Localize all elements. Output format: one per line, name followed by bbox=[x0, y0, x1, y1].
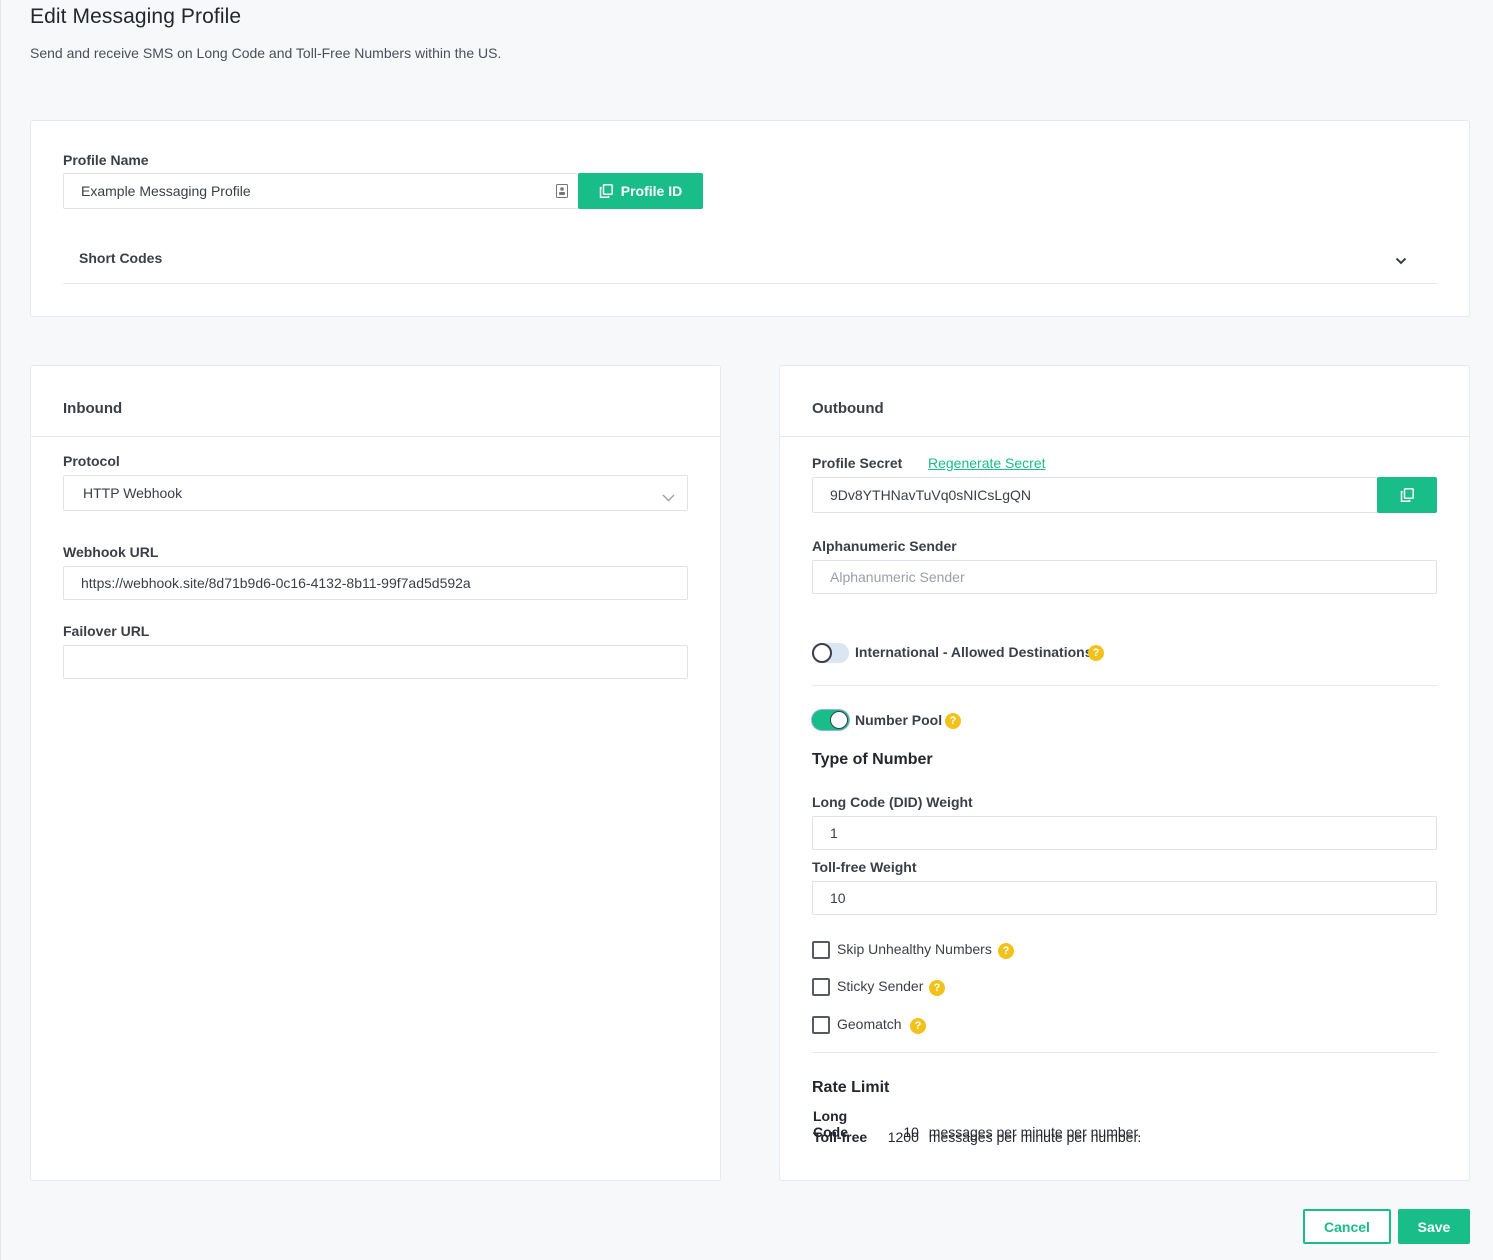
help-icon[interactable]: ? bbox=[998, 943, 1014, 959]
long-code-weight-label: Long Code (DID) Weight bbox=[812, 794, 973, 810]
chevron-down-icon bbox=[1395, 252, 1407, 270]
protocol-select[interactable]: HTTP Webhook bbox=[63, 475, 688, 511]
alphanumeric-sender-input[interactable]: Alphanumeric Sender bbox=[812, 560, 1437, 594]
profile-id-button[interactable]: Profile ID bbox=[578, 173, 703, 209]
chevron-down-icon bbox=[662, 489, 675, 505]
toll-free-weight-value: 10 bbox=[830, 890, 846, 906]
webhook-url-label: Webhook URL bbox=[63, 544, 159, 560]
toll-free-weight-label: Toll-free Weight bbox=[812, 859, 917, 875]
cancel-button[interactable]: Cancel bbox=[1303, 1209, 1391, 1244]
toggle-knob bbox=[812, 643, 832, 663]
profile-name-value: Example Messaging Profile bbox=[81, 183, 251, 199]
sticky-sender-label: Sticky Sender bbox=[837, 978, 924, 994]
profile-name-label: Profile Name bbox=[63, 152, 149, 168]
help-icon[interactable]: ? bbox=[910, 1018, 926, 1034]
short-codes-label: Short Codes bbox=[79, 250, 163, 266]
help-icon[interactable]: ? bbox=[1088, 645, 1104, 661]
profile-id-button-label: Profile ID bbox=[620, 183, 683, 199]
skip-unhealthy-label: Skip Unhealthy Numbers bbox=[837, 941, 992, 957]
international-divider bbox=[812, 685, 1437, 686]
international-toggle[interactable] bbox=[812, 643, 849, 663]
inbound-title: Inbound bbox=[63, 400, 123, 417]
rate-limit-type: Toll-free bbox=[813, 1129, 868, 1145]
geomatch-label: Geomatch bbox=[837, 1016, 902, 1032]
number-pool-label: Number Pool bbox=[855, 712, 943, 728]
outbound-header-divider bbox=[780, 436, 1469, 437]
help-icon[interactable]: ? bbox=[929, 980, 945, 996]
webhook-url-value: https://webhook.site/8d71b9d6-0c16-4132-… bbox=[81, 575, 471, 591]
inbound-card: Inbound Protocol HTTP Webhook Webhook UR… bbox=[30, 365, 721, 1181]
protocol-label: Protocol bbox=[63, 453, 120, 469]
rate-limit-row: Toll-free 1200 messages per minute per n… bbox=[813, 1129, 1141, 1145]
webhook-url-input[interactable]: https://webhook.site/8d71b9d6-0c16-4132-… bbox=[63, 566, 688, 600]
profile-secret-value: 9Dv8YTHNavTuVq0sNICsLgQN bbox=[830, 487, 1031, 503]
page-title: Edit Messaging Profile bbox=[30, 5, 242, 28]
page-left-border bbox=[0, 0, 1, 1260]
alphanumeric-sender-placeholder: Alphanumeric Sender bbox=[830, 569, 965, 585]
toggle-knob bbox=[830, 711, 848, 729]
failover-url-label: Failover URL bbox=[63, 623, 150, 639]
copy-icon bbox=[1400, 488, 1414, 502]
rate-limit-title: Rate Limit bbox=[812, 1079, 890, 1096]
short-codes-accordion[interactable]: Short Codes bbox=[63, 235, 1437, 285]
failover-url-input[interactable] bbox=[63, 645, 688, 679]
alphanumeric-sender-label: Alphanumeric Sender bbox=[812, 538, 957, 554]
inbound-header-divider bbox=[31, 436, 720, 437]
long-code-weight-input[interactable]: 1 bbox=[812, 816, 1437, 850]
geomatch-checkbox[interactable] bbox=[812, 1016, 830, 1034]
save-button[interactable]: Save bbox=[1398, 1209, 1470, 1244]
long-code-weight-value: 1 bbox=[830, 825, 838, 841]
copy-icon bbox=[599, 184, 613, 198]
rate-limit-value: 1200 bbox=[887, 1129, 919, 1145]
toll-free-weight-input[interactable]: 10 bbox=[812, 881, 1437, 915]
short-codes-divider bbox=[63, 283, 1437, 284]
regenerate-secret-link[interactable]: Regenerate Secret bbox=[928, 455, 1046, 471]
profile-secret-label: Profile Secret bbox=[812, 455, 903, 471]
type-of-number-title: Type of Number bbox=[812, 751, 933, 768]
number-pool-toggle[interactable] bbox=[812, 710, 849, 730]
page-subtitle: Send and receive SMS on Long Code and To… bbox=[30, 45, 502, 61]
copy-secret-button[interactable] bbox=[1377, 477, 1437, 513]
help-icon[interactable]: ? bbox=[945, 713, 961, 729]
sticky-sender-checkbox[interactable] bbox=[812, 978, 830, 996]
international-label: International - Allowed Destinations bbox=[855, 644, 1093, 660]
rate-limit-divider bbox=[812, 1052, 1437, 1053]
rate-limit-unit: messages per minute per number. bbox=[928, 1129, 1142, 1145]
profile-card: Profile Name Example Messaging Profile P… bbox=[30, 120, 1470, 317]
profile-secret-input[interactable]: 9Dv8YTHNavTuVq0sNICsLgQN bbox=[812, 477, 1378, 513]
outbound-card: Outbound Profile Secret Regenerate Secre… bbox=[779, 365, 1470, 1181]
profile-name-input[interactable]: Example Messaging Profile bbox=[63, 173, 579, 209]
outbound-title: Outbound bbox=[812, 400, 884, 417]
contact-card-icon bbox=[556, 184, 568, 198]
skip-unhealthy-checkbox[interactable] bbox=[812, 941, 830, 959]
protocol-value: HTTP Webhook bbox=[83, 485, 183, 501]
